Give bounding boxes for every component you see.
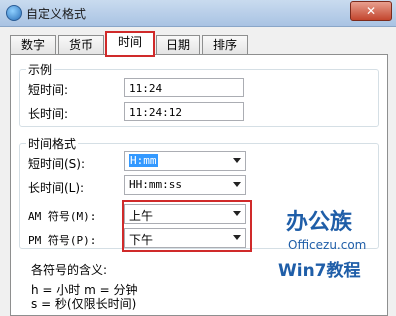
close-button[interactable]: ✕: [350, 1, 392, 21]
long-time-label: 长时间(L):: [28, 181, 85, 195]
example-short-value: 11:24: [124, 78, 244, 97]
chevron-down-icon[interactable]: [233, 158, 241, 163]
example-group: 示例 短时间: 11:24 长时间: 11:24:12: [19, 61, 379, 127]
watermark: 办公族 Officezu.com Win7教程: [278, 200, 388, 300]
tab-date[interactable]: 日期: [156, 35, 200, 55]
short-time-combo[interactable]: H:mm: [124, 151, 246, 171]
short-time-value: H:mm: [129, 154, 158, 167]
am-pm-highlight: [122, 200, 252, 252]
am-symbol-label: AM 符号(M):: [28, 210, 97, 223]
watermark-tagline: Win7教程: [278, 261, 361, 281]
symbol-meaning-line2: s = 秒(仅限长时间): [31, 297, 137, 311]
tab-sort[interactable]: 排序: [202, 35, 248, 55]
long-time-value: HH:mm:ss: [129, 178, 182, 191]
chevron-down-icon[interactable]: [233, 182, 241, 187]
pm-symbol-label: PM 符号(P):: [28, 234, 97, 247]
time-format-group-title: 时间格式: [26, 135, 79, 152]
example-long-value: 11:24:12: [124, 102, 244, 121]
tab-currency[interactable]: 货币: [58, 35, 104, 55]
short-time-label: 短时间(S):: [28, 157, 86, 171]
tab-time[interactable]: 时间: [105, 31, 155, 57]
watermark-site: Officezu.com: [288, 238, 367, 252]
long-time-combo[interactable]: HH:mm:ss: [124, 175, 246, 195]
example-short-label: 短时间:: [28, 83, 69, 97]
symbol-meaning-title: 各符号的含义:: [31, 263, 108, 277]
window-title: 自定义格式: [26, 7, 87, 21]
title-bar: 自定义格式 ✕: [0, 0, 396, 27]
example-group-title: 示例: [26, 61, 55, 78]
tab-number[interactable]: 数字: [10, 35, 56, 55]
globe-icon: [6, 5, 22, 21]
watermark-logo: 办公族: [286, 210, 353, 235]
example-long-label: 长时间:: [28, 107, 69, 121]
